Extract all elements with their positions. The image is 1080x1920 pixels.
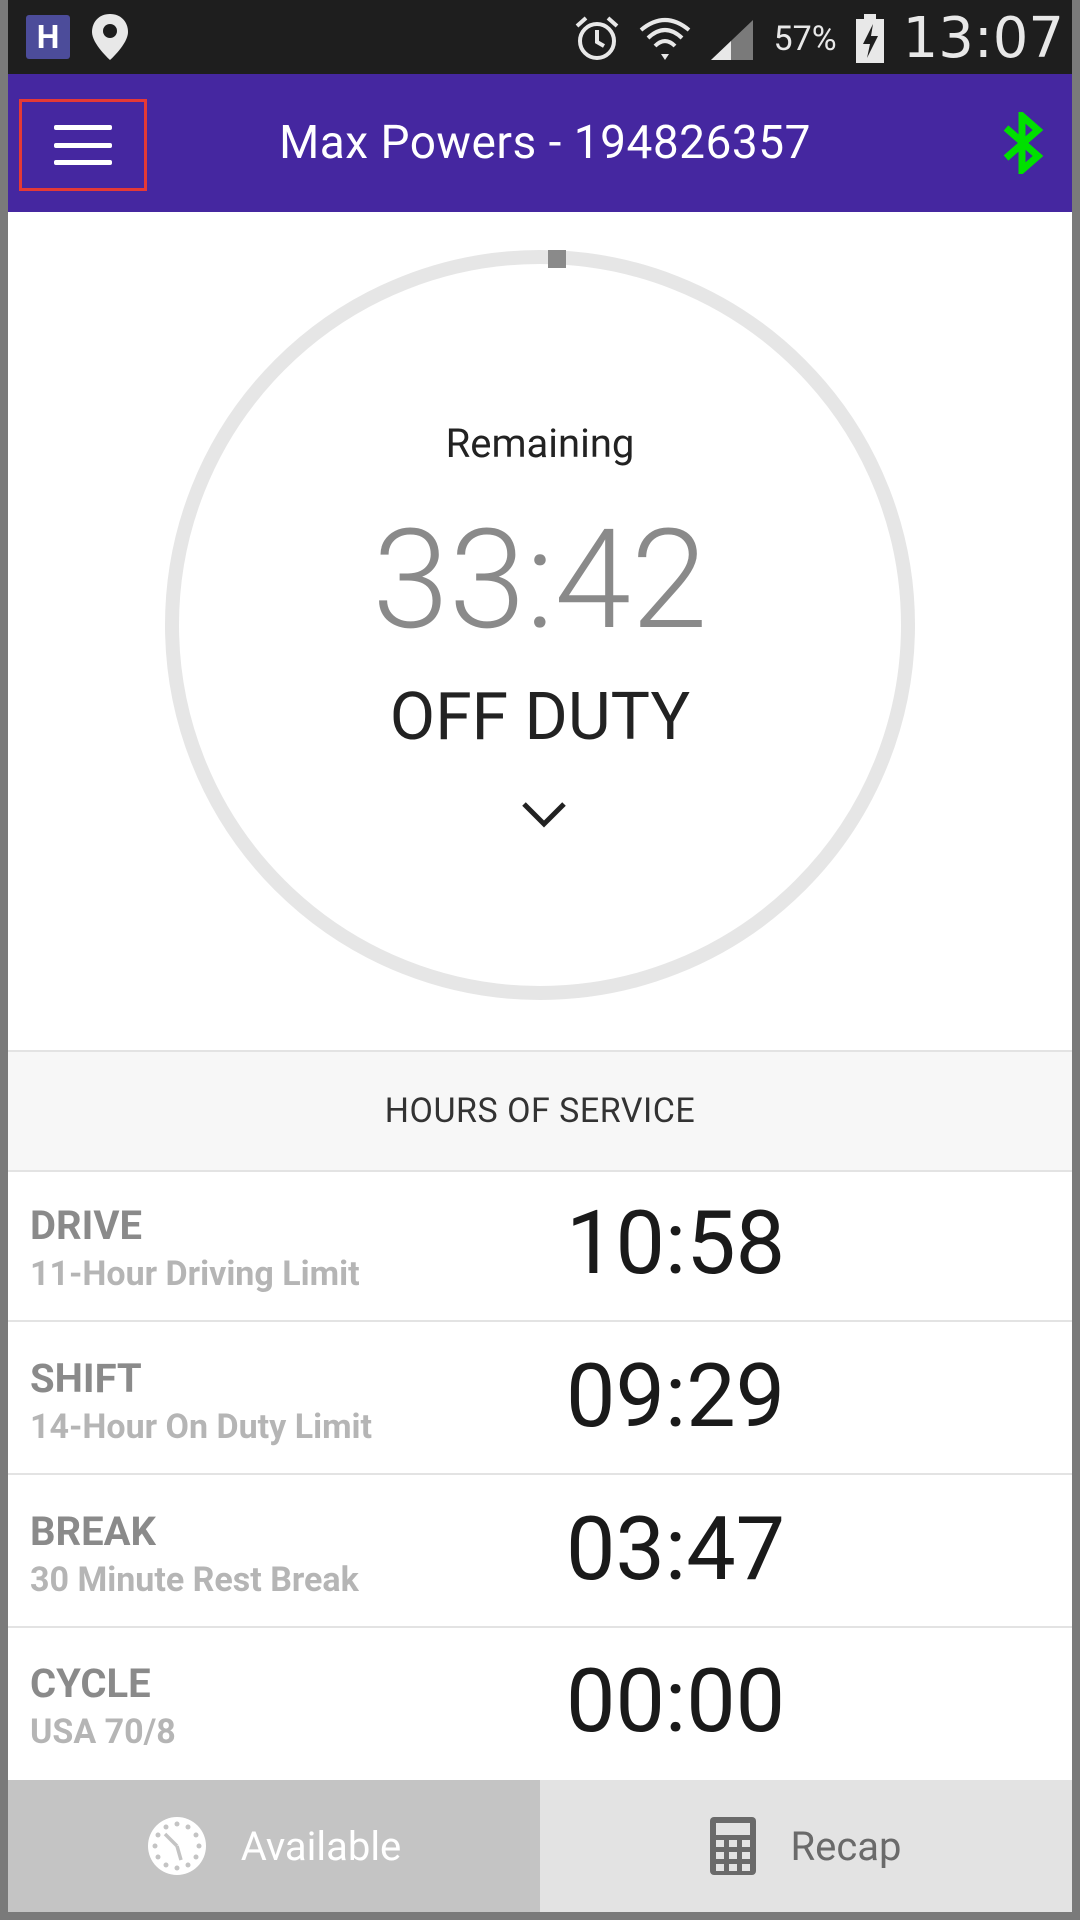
app-screen: H 57% 13:07 Max Powers - 194826357 Remai…	[8, 0, 1072, 1912]
remaining-time-value: 33:42	[372, 499, 708, 661]
hos-description: 14-Hour On Duty Limit	[30, 1407, 373, 1447]
recap-label: Recap	[790, 1822, 902, 1870]
hos-row-break: BREAK 30 Minute Rest Break 03:47	[8, 1476, 1072, 1628]
hos-time: 00:00	[566, 1650, 786, 1753]
page-title: Max Powers - 194826357	[279, 116, 811, 170]
available-label: Available	[240, 1822, 402, 1870]
available-button[interactable]: Available	[8, 1780, 540, 1912]
signal-icon	[711, 19, 754, 60]
bottom-bar: Available Recap	[8, 1780, 1072, 1912]
hours-of-service-header: HOURS OF SERVICE	[8, 1050, 1072, 1172]
status-bar: H 57% 13:07	[8, 0, 1072, 74]
bluetooth-icon[interactable]	[1002, 112, 1044, 174]
location-pin-icon	[92, 14, 128, 60]
hos-name: CYCLE	[30, 1660, 151, 1707]
battery-charging-icon	[855, 13, 884, 63]
hos-name: DRIVE	[30, 1202, 142, 1249]
hos-description: 11-Hour Driving Limit	[30, 1254, 360, 1294]
hos-time: 03:47	[566, 1498, 786, 1601]
hos-description: USA 70/8	[30, 1712, 176, 1752]
battery-percent: 57%	[773, 18, 837, 59]
duty-status-value[interactable]: OFF DUTY	[8, 678, 1072, 758]
hos-description: 30 Minute Rest Break	[30, 1560, 359, 1600]
wifi-icon	[640, 17, 691, 60]
app-header: Max Powers - 194826357	[8, 74, 1072, 212]
remaining-label: Remaining	[445, 420, 635, 467]
hos-name: BREAK	[30, 1508, 156, 1555]
recap-button[interactable]: Recap	[540, 1780, 1072, 1912]
hos-row-drive: DRIVE 11-Hour Driving Limit 10:58	[8, 1170, 1072, 1322]
chevron-down-icon[interactable]	[520, 800, 568, 830]
hos-time: 10:58	[566, 1192, 786, 1295]
hamburger-menu-icon	[54, 125, 112, 165]
menu-button[interactable]	[19, 99, 147, 191]
alarm-icon	[576, 16, 619, 60]
hos-row-cycle: CYCLE USA 70/8 00:00	[8, 1628, 1072, 1780]
calculator-icon	[710, 1817, 757, 1875]
h-app-icon: H	[26, 15, 70, 59]
clock-icon	[147, 1817, 206, 1875]
hos-name: SHIFT	[30, 1355, 142, 1402]
status-time: 13:07	[902, 6, 1064, 71]
hos-row-shift: SHIFT 14-Hour On Duty Limit 09:29	[8, 1323, 1072, 1475]
hos-time: 09:29	[566, 1345, 786, 1448]
